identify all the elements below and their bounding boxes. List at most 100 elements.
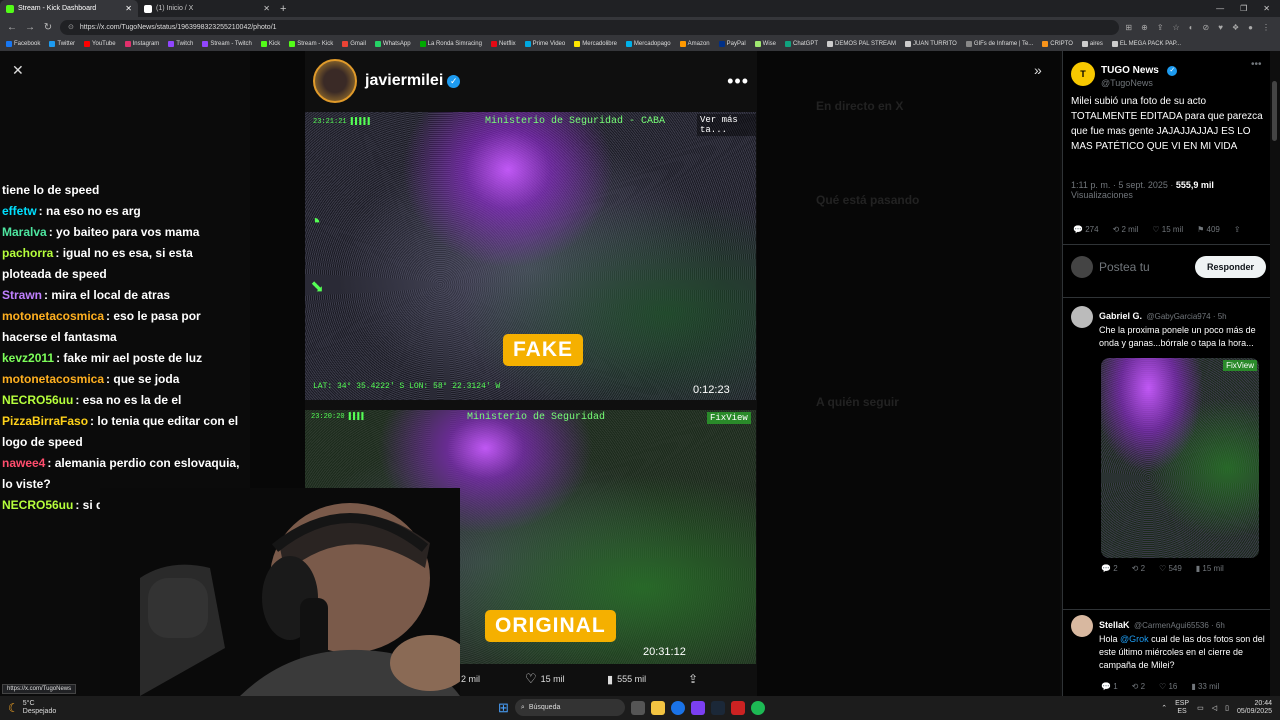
bookmark-item[interactable]: Gmail — [342, 41, 366, 47]
author-name[interactable]: TUGO News — [1101, 65, 1159, 76]
bookmark-button[interactable]: ⚑ 409 — [1197, 225, 1220, 234]
reload-icon[interactable]: ↻ — [42, 22, 54, 33]
bookmark-item[interactable]: Amazon — [679, 41, 710, 47]
close-viewer-icon[interactable]: ✕ — [12, 62, 24, 79]
author-handle[interactable]: @TugoNews — [1101, 78, 1177, 88]
forward-icon[interactable]: → — [24, 22, 36, 33]
views-button[interactable]: ▮ 15 mil — [1196, 564, 1224, 573]
bookmark-item[interactable]: Twitter — [49, 41, 75, 47]
bookmark-item[interactable]: GIFs de Inframe | Te... — [965, 41, 1033, 47]
video-fake[interactable]: 23:21:21 ▌▌▌▌▌ Ministerio de Seguridad -… — [305, 112, 756, 400]
bookmark-item[interactable]: Mercadolibre — [574, 41, 617, 47]
chat-username[interactable]: kevz2011 — [2, 351, 54, 365]
views-button[interactable]: ▮ 33 mil — [1191, 682, 1219, 691]
reply-item[interactable]: Gabriel G. @GabyGarcia974 · 5h Che la pr… — [1071, 306, 1266, 573]
bookmark-item[interactable]: Twitch — [168, 41, 193, 47]
bookmark-item[interactable]: Mercadopago — [625, 41, 671, 47]
chat-username[interactable]: motonetacosmica — [2, 309, 104, 323]
spotify-icon[interactable] — [750, 700, 765, 715]
reply-submit-button[interactable]: Responder — [1194, 256, 1266, 278]
reply-handle[interactable]: @CarmenAgui65536 · 6h — [1134, 621, 1225, 630]
bookmark-star-icon[interactable]: ☆ — [1173, 23, 1180, 32]
app-icon[interactable] — [730, 700, 745, 715]
reply-button[interactable]: 💬 1 — [1101, 682, 1118, 691]
maximize-icon[interactable]: ❐ — [1240, 4, 1247, 13]
weather-widget[interactable]: ☾ 5°C Despejado — [0, 700, 120, 716]
bookmark-item[interactable]: EL MEGA PACK PAP... — [1111, 41, 1181, 47]
expand-panel-icon[interactable]: » — [1034, 62, 1042, 78]
like-button[interactable]: ♡ 549 — [1159, 564, 1182, 573]
chat-username[interactable]: PizzaBirraFaso — [2, 414, 88, 428]
retweet-button[interactable]: ⟲ 2 — [1132, 564, 1145, 573]
mention-link[interactable]: @Grok — [1120, 634, 1149, 644]
bookmark-item[interactable]: aires — [1081, 41, 1103, 47]
share-icon[interactable]: ⇪ — [1157, 23, 1164, 32]
reply-handle[interactable]: @GabyGarcia974 · 5h — [1146, 312, 1226, 321]
tweet-time[interactable]: 1:11 p. m. · 5 sept. 2025 · — [1071, 180, 1176, 190]
share-icon[interactable]: ⇪ — [1234, 225, 1241, 234]
chat-username[interactable]: NECRO56uu — [2, 498, 73, 512]
chat-username[interactable]: nawee4 — [2, 456, 45, 470]
translate-icon[interactable]: ⊞ — [1125, 23, 1132, 32]
retweet-button[interactable]: ⟲ 2 mil — [1113, 225, 1139, 234]
bookmark-item[interactable]: YouTube — [84, 41, 116, 47]
bookmark-item[interactable]: La Ronda Simracing — [419, 41, 482, 47]
extension-icon[interactable]: ⊘ — [1203, 23, 1210, 32]
retweet-button[interactable]: ⟲ 2 — [1132, 682, 1145, 691]
more-options-icon[interactable]: ••• — [1251, 59, 1262, 70]
chat-username[interactable]: NECRO56uu — [2, 393, 73, 407]
zoom-icon[interactable]: ⊕ — [1141, 23, 1148, 32]
language-indicator[interactable]: ESP ES — [1175, 700, 1189, 716]
like-button[interactable]: ♡ 15 mil — [525, 671, 565, 687]
chat-username[interactable]: pachorra — [2, 246, 53, 260]
bookmark-item[interactable]: ChatGPT — [785, 41, 818, 47]
share-button[interactable]: ⇪ — [688, 672, 698, 686]
minimize-icon[interactable]: — — [1216, 4, 1224, 13]
extension-icon[interactable]: ❖ — [1232, 23, 1239, 32]
bookmark-item[interactable]: Prime Video — [524, 41, 565, 47]
like-button[interactable]: ♡ 15 mil — [1152, 225, 1183, 234]
search-box[interactable]: ⌕ Búsqueda — [514, 699, 625, 716]
reply-button[interactable]: 💬 274 — [1073, 225, 1099, 234]
clock[interactable]: 20:44 05/09/2025 — [1237, 700, 1272, 716]
chat-username[interactable]: Maralva — [2, 225, 47, 239]
bookmark-item[interactable]: Kick — [260, 41, 280, 47]
reply-item[interactable]: StellaK @CarmenAgui65536 · 6h Hola @Grok… — [1071, 615, 1266, 691]
edge-icon[interactable] — [670, 700, 685, 715]
bookmark-item[interactable]: Netflix — [490, 41, 516, 47]
profile-avatar[interactable]: ● — [1248, 23, 1253, 32]
back-icon[interactable]: ← — [6, 22, 18, 33]
bookmark-item[interactable]: Stream - Twitch — [202, 41, 252, 47]
bookmark-item[interactable]: CRIPTO — [1042, 41, 1073, 47]
file-explorer-icon[interactable] — [650, 700, 665, 715]
bookmark-item[interactable]: Instagram — [124, 41, 159, 47]
tab-x-home[interactable]: (1) Inicio / X ✕ — [138, 0, 276, 17]
tugo-avatar[interactable]: T — [1071, 62, 1095, 86]
like-button[interactable]: ♡ 16 — [1159, 682, 1177, 691]
bookmark-item[interactable]: DEMOS PAL STREAM — [827, 41, 896, 47]
task-view-icon[interactable] — [630, 700, 645, 715]
address-bar[interactable]: ⊙ https://x.com/TugoNews/status/19639983… — [60, 19, 1120, 35]
chat-username[interactable]: Strawn — [2, 288, 42, 302]
retweet-count[interactable]: 2 mil — [461, 674, 480, 684]
site-info-icon[interactable]: ⊙ — [68, 23, 74, 31]
reply-author[interactable]: StellaK — [1099, 620, 1130, 630]
views-button[interactable]: ▮ 555 mil — [607, 673, 646, 686]
chat-username[interactable]: motonetacosmica — [2, 372, 104, 386]
bookmark-item[interactable]: PayPal — [718, 41, 746, 47]
new-tab-button[interactable]: + — [280, 3, 286, 15]
close-window-icon[interactable]: ✕ — [1263, 4, 1270, 13]
close-tab-icon[interactable]: ✕ — [263, 4, 270, 13]
reply-author[interactable]: Gabriel G. — [1099, 311, 1142, 321]
reply-image[interactable]: FixView — [1101, 358, 1259, 558]
scrollbar[interactable] — [1270, 51, 1280, 696]
reply-avatar[interactable] — [1071, 615, 1093, 637]
author-avatar[interactable] — [313, 59, 357, 103]
more-options-icon[interactable]: ••• — [727, 71, 749, 92]
tray-chevron-icon[interactable]: ⌃ — [1161, 704, 1167, 712]
reply-avatar[interactable] — [1071, 306, 1093, 328]
bookmark-item[interactable]: Facebook — [6, 41, 40, 47]
author-name[interactable]: javiermilei — [365, 72, 443, 89]
extension-icon[interactable]: ◐ — [1189, 23, 1194, 32]
menu-icon[interactable]: ⋮ — [1262, 23, 1270, 32]
